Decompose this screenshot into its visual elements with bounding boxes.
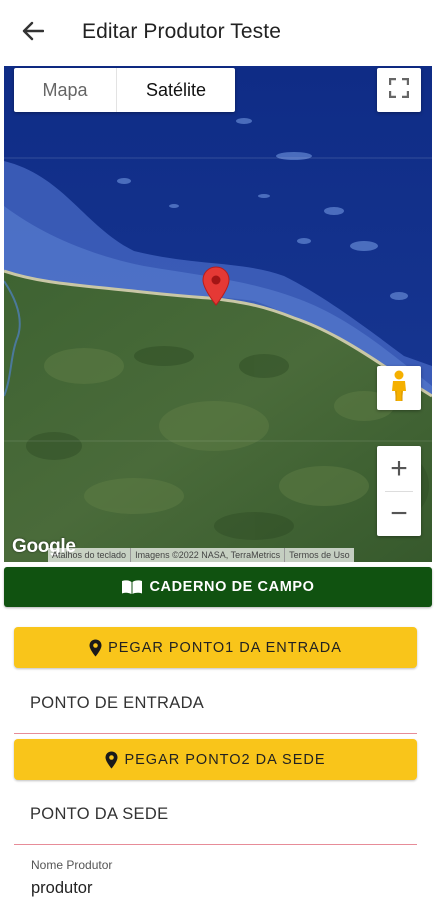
map-marker[interactable] [202, 266, 230, 311]
back-button[interactable] [18, 18, 48, 48]
pegar-ponto2-label: PEGAR PONTO2 DA SEDE [124, 751, 326, 768]
map-pin-icon [202, 266, 230, 310]
nome-produtor-input[interactable]: produtor [31, 879, 92, 898]
map-type-map-button[interactable]: Mapa [14, 68, 117, 112]
satellite-imagery [4, 66, 432, 562]
ponto-sede-value: PONTO DA SEDE [30, 805, 169, 823]
pegman-icon [389, 370, 409, 407]
zoom-out-button[interactable]: − [377, 491, 421, 536]
app-bar: Editar Produtor Teste [0, 0, 436, 66]
keyboard-shortcuts-link[interactable]: Atalhos do teclado [48, 548, 132, 562]
ponto-entrada-field[interactable]: PONTO DE ENTRADA [14, 686, 417, 734]
map-view[interactable]: Mapa Satélite + − Google Atalhos do tecl… [4, 66, 432, 562]
map-type-satellite-button[interactable]: Satélite [117, 68, 235, 112]
fullscreen-icon [388, 77, 410, 103]
pegar-ponto1-button[interactable]: PEGAR PONTO1 DA ENTRADA [14, 627, 417, 668]
street-view-button[interactable] [377, 366, 421, 410]
pegar-ponto2-button[interactable]: PEGAR PONTO2 DA SEDE [14, 739, 417, 780]
location-pin-icon [105, 751, 118, 769]
zoom-control: + − [377, 446, 421, 536]
caderno-label: CADERNO DE CAMPO [149, 579, 315, 595]
zoom-divider [385, 491, 413, 492]
page-title: Editar Produtor Teste [82, 20, 281, 43]
pegar-ponto1-label: PEGAR PONTO1 DA ENTRADA [108, 639, 342, 656]
map-type-toggle: Mapa Satélite [14, 68, 235, 112]
map-attribution: Atalhos do teclado Imagens ©2022 NASA, T… [48, 548, 354, 562]
terms-link[interactable]: Termos de Uso [285, 548, 354, 562]
nome-produtor-label: Nome Produtor [31, 858, 113, 872]
location-pin-icon [89, 639, 102, 657]
book-icon [121, 579, 143, 595]
ponto-sede-field[interactable]: PONTO DA SEDE [14, 797, 417, 845]
fullscreen-button[interactable] [377, 68, 421, 112]
imagery-credit: Imagens ©2022 NASA, TerraMetrics [131, 548, 286, 562]
arrow-left-icon [22, 21, 45, 46]
ponto-entrada-value: PONTO DE ENTRADA [30, 694, 205, 712]
caderno-de-campo-button[interactable]: CADERNO DE CAMPO [4, 567, 432, 607]
zoom-in-button[interactable]: + [377, 446, 421, 491]
